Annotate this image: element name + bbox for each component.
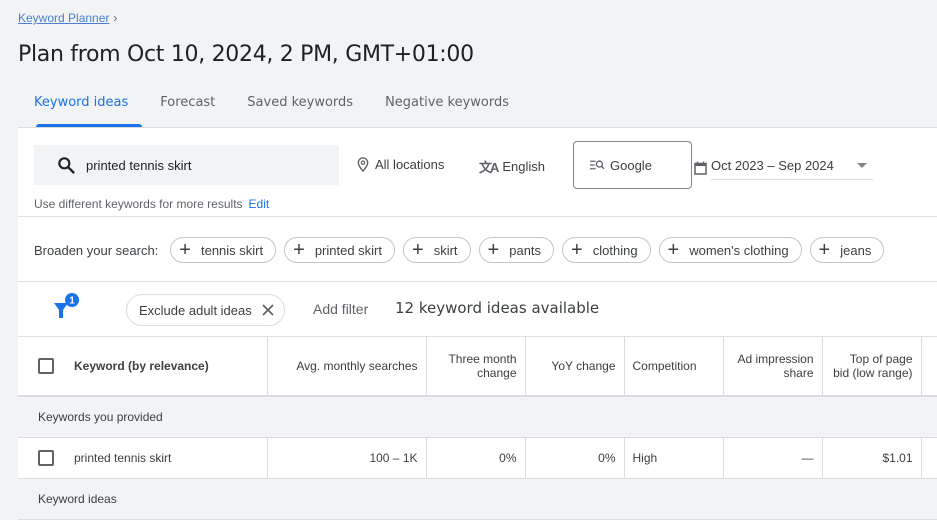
filter-button[interactable]: 1 bbox=[52, 293, 82, 326]
broaden-chip[interactable]: + clothing bbox=[562, 237, 651, 263]
close-icon[interactable] bbox=[262, 304, 274, 316]
plus-icon: + bbox=[487, 239, 500, 261]
group-row: Keyword ideas bbox=[18, 478, 937, 520]
col-avg-monthly-searches[interactable]: Avg. monthly searches bbox=[267, 336, 427, 397]
broaden-chip[interactable]: + jeans bbox=[809, 237, 885, 263]
broaden-chip[interactable]: + women's clothing bbox=[658, 237, 802, 263]
hint-text: Use different keywords for more results bbox=[34, 197, 243, 211]
breadcrumb-keyword-planner-link[interactable]: Keyword Planner bbox=[18, 11, 109, 25]
chip-label: tennis skirt bbox=[200, 242, 264, 258]
date-range-label: Oct 2023 – Sep 2024 bbox=[711, 158, 834, 173]
broaden-chip[interactable]: + skirt bbox=[403, 237, 471, 263]
chevron-right-icon: › bbox=[113, 11, 118, 25]
chip-label: women's clothing bbox=[689, 242, 789, 258]
chip-label: clothing bbox=[592, 242, 638, 258]
plus-icon: + bbox=[571, 239, 583, 261]
col-top-of-page-bid-low[interactable]: Top of page bid (low range) bbox=[822, 336, 922, 397]
group-title: Keywords you provided bbox=[18, 396, 937, 438]
col-yoy-change[interactable]: YoY change bbox=[525, 336, 625, 397]
three-month-cell: 0% bbox=[426, 437, 526, 479]
search-value: printed tennis skirt bbox=[86, 157, 192, 173]
row-checkbox[interactable] bbox=[38, 449, 54, 466]
keyword-table: Keyword (by relevance) Avg. monthly sear… bbox=[18, 336, 937, 520]
col-three-month-change[interactable]: Three month change bbox=[426, 336, 526, 397]
select-all-checkbox[interactable] bbox=[38, 357, 54, 374]
network-label: Google bbox=[610, 157, 652, 173]
table-header-row: Keyword (by relevance) Avg. monthly sear… bbox=[18, 336, 937, 397]
group-row: Keywords you provided bbox=[18, 396, 937, 438]
col-ad-impression-share[interactable]: Ad impression share bbox=[723, 336, 823, 397]
chip-label: jeans bbox=[840, 242, 872, 258]
col-competition[interactable]: Competition bbox=[624, 336, 724, 397]
tab-keyword-ideas[interactable]: Keyword ideas bbox=[18, 90, 144, 127]
avg-monthly-cell: 100 – 1K bbox=[267, 437, 427, 479]
keyword-cell: printed tennis skirt bbox=[74, 450, 172, 465]
filter-icon: 1 bbox=[54, 293, 79, 318]
divider bbox=[18, 216, 937, 217]
chip-label: printed skirt bbox=[314, 242, 383, 258]
yoy-cell: 0% bbox=[525, 437, 625, 479]
language-label: English bbox=[502, 159, 546, 174]
plus-icon: + bbox=[667, 239, 680, 261]
results-count: 12 keyword ideas available bbox=[395, 299, 600, 317]
search-icon bbox=[58, 157, 75, 174]
broaden-chip[interactable]: + printed skirt bbox=[284, 237, 396, 263]
keyword-ideas-card: printed tennis skirt All locations 文A En… bbox=[18, 127, 937, 520]
chip-label: pants bbox=[509, 242, 542, 258]
broaden-chip[interactable]: + tennis skirt bbox=[170, 237, 277, 263]
chip-label: skirt bbox=[433, 242, 458, 258]
edit-keywords-link[interactable]: Edit bbox=[249, 197, 270, 211]
network-search-icon bbox=[590, 160, 605, 170]
dropdown-arrow-icon bbox=[857, 163, 867, 168]
plus-icon: + bbox=[293, 239, 305, 261]
add-filter-button[interactable]: Add filter bbox=[313, 301, 368, 317]
broaden-search: Broaden your search: + tennis skirt + prin… bbox=[34, 237, 892, 263]
breadcrumb: Keyword Planner › bbox=[18, 11, 117, 25]
col-more bbox=[921, 336, 937, 397]
col-keyword-label: Keyword (by relevance) bbox=[74, 358, 209, 373]
group-title: Keyword ideas bbox=[18, 478, 937, 520]
broaden-label: Broaden your search: bbox=[34, 242, 159, 258]
ad-impression-cell: — bbox=[723, 437, 823, 479]
table-row: printed tennis skirt 100 – 1K 0% 0% High… bbox=[18, 437, 937, 479]
location-selector[interactable]: All locations bbox=[357, 157, 444, 172]
broaden-chip[interactable]: + pants bbox=[478, 237, 555, 263]
plus-icon: + bbox=[412, 239, 424, 261]
tab-bar: Keyword ideas Forecast Saved keywords Ne… bbox=[18, 90, 525, 127]
filter-chip-label: Exclude adult ideas bbox=[139, 302, 252, 318]
keyword-search-input[interactable]: printed tennis skirt bbox=[34, 145, 339, 185]
competition-cell: High bbox=[624, 437, 724, 479]
filter-badge-count: 1 bbox=[69, 296, 75, 307]
calendar-icon bbox=[694, 161, 707, 175]
location-pin-icon bbox=[357, 157, 369, 172]
language-selector[interactable]: 文A English bbox=[479, 157, 545, 176]
exclude-adult-ideas-chip[interactable]: Exclude adult ideas bbox=[126, 294, 285, 326]
bid-low-cell: $1.01 bbox=[822, 437, 922, 479]
plus-icon: + bbox=[179, 239, 191, 261]
divider bbox=[18, 281, 937, 282]
page-title: Plan from Oct 10, 2024, 2 PM, GMT+01:00 bbox=[18, 42, 474, 67]
tab-saved-keywords[interactable]: Saved keywords bbox=[231, 90, 369, 127]
tab-forecast[interactable]: Forecast bbox=[144, 90, 231, 127]
keywords-hint: Use different keywords for more results E… bbox=[34, 197, 269, 211]
plus-icon: + bbox=[818, 239, 831, 261]
date-range-selector[interactable]: Oct 2023 – Sep 2024 bbox=[694, 156, 873, 180]
col-keyword[interactable]: Keyword (by relevance) bbox=[18, 336, 268, 397]
translate-icon: 文A bbox=[479, 160, 499, 175]
search-network-selector[interactable]: Google bbox=[573, 141, 692, 189]
tab-negative-keywords[interactable]: Negative keywords bbox=[369, 90, 525, 127]
location-label: All locations bbox=[375, 157, 445, 172]
